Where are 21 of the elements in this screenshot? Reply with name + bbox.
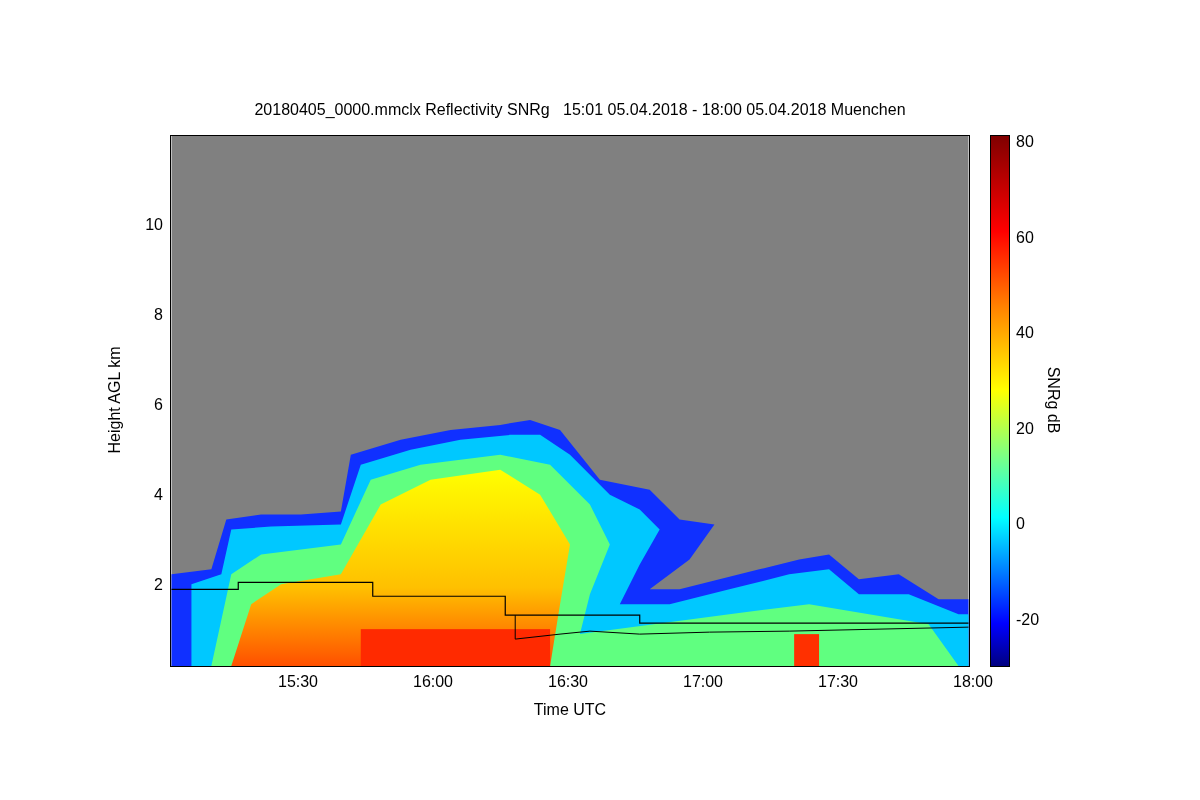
y-axis-label: Height AGL km bbox=[105, 346, 124, 454]
colorbar-tick-label: 0 bbox=[1016, 516, 1025, 533]
x-axis-label: Time UTC bbox=[533, 700, 607, 720]
colorbar-tick-label: 80 bbox=[1016, 134, 1034, 150]
colorbar-tick-label: 20 bbox=[1016, 420, 1034, 437]
y-tick-label: 10 bbox=[144, 217, 163, 233]
x-tick-label: 17:30 bbox=[818, 674, 858, 690]
x-tick-label: 15:30 bbox=[278, 674, 318, 690]
x-tick-label: 18:00 bbox=[953, 674, 993, 690]
colorbar-label: SNRg dB bbox=[1044, 366, 1063, 434]
y-tick-label: 8 bbox=[153, 307, 163, 323]
y-tick-label: 6 bbox=[153, 397, 163, 413]
colorbar-tick-label: 40 bbox=[1016, 325, 1034, 342]
colorbar-tick-label: -20 bbox=[1016, 612, 1040, 628]
y-tick-label: 4 bbox=[153, 487, 163, 503]
x-tick-label: 16:00 bbox=[413, 674, 453, 690]
y-tick-label: 2 bbox=[153, 577, 163, 593]
x-tick-label: 17:00 bbox=[683, 674, 723, 690]
x-tick-label: 16:30 bbox=[548, 674, 588, 690]
colorbar-tick-label: 60 bbox=[1016, 229, 1034, 246]
chart-title: 20180405_0000.mmclx Reflectivity SNRg 15:01 05.04.2018 - 18:00 05.04.2018 Muenchen bbox=[253, 100, 907, 120]
